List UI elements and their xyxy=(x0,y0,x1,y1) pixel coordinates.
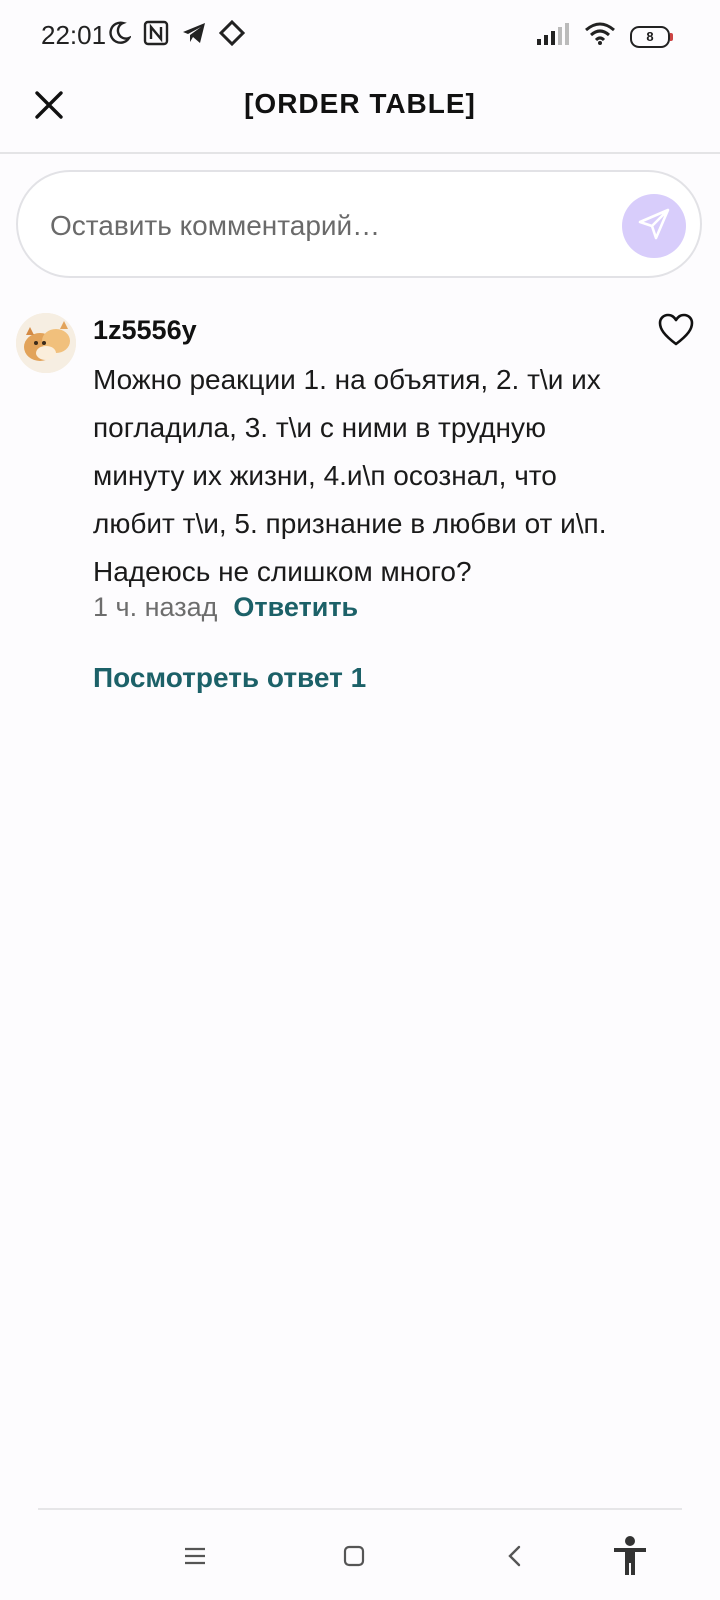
nav-divider xyxy=(38,1508,682,1510)
moon-icon xyxy=(107,20,132,51)
menu-icon xyxy=(183,1546,207,1571)
home-icon xyxy=(342,1544,366,1573)
comment-username[interactable]: 1z5556y xyxy=(93,315,197,346)
comment-meta: 1 ч. назад Ответить xyxy=(93,592,358,623)
reply-button[interactable]: Ответить xyxy=(233,592,358,622)
status-time: 22:01 xyxy=(41,20,107,50)
navigation-bar xyxy=(0,1508,720,1600)
status-bar: 22:01 8 xyxy=(0,0,720,70)
wifi-icon xyxy=(584,22,616,51)
header: [ORDER TABLE] xyxy=(0,70,720,154)
accessibility-button[interactable] xyxy=(610,1535,650,1581)
telegram-icon xyxy=(181,21,207,50)
like-button[interactable] xyxy=(658,313,702,357)
page-title: [ORDER TABLE] xyxy=(244,88,476,119)
nfc-icon xyxy=(143,20,169,51)
battery-icon: 8 xyxy=(630,25,673,48)
comment-input-container xyxy=(16,170,702,278)
comment-text: Можно реакции 1. на объятия, 2. т\и их п… xyxy=(93,364,607,587)
avatar[interactable] xyxy=(16,313,76,373)
send-button[interactable] xyxy=(622,194,686,258)
back-button[interactable] xyxy=(494,1538,534,1578)
signal-icon xyxy=(536,23,570,50)
status-icons-left xyxy=(107,19,246,51)
app-icon xyxy=(218,19,246,51)
comment-input[interactable] xyxy=(48,200,592,252)
status-icons-right: 8 xyxy=(536,22,673,51)
accessibility-icon xyxy=(612,1535,648,1581)
heart-icon xyxy=(658,313,694,351)
back-icon xyxy=(505,1544,523,1573)
send-icon xyxy=(637,207,671,246)
view-replies-link[interactable]: Посмотреть ответ 1 xyxy=(93,662,366,694)
comment-time: 1 ч. назад xyxy=(93,592,218,622)
menu-button[interactable] xyxy=(175,1538,215,1578)
home-button[interactable] xyxy=(334,1538,374,1578)
